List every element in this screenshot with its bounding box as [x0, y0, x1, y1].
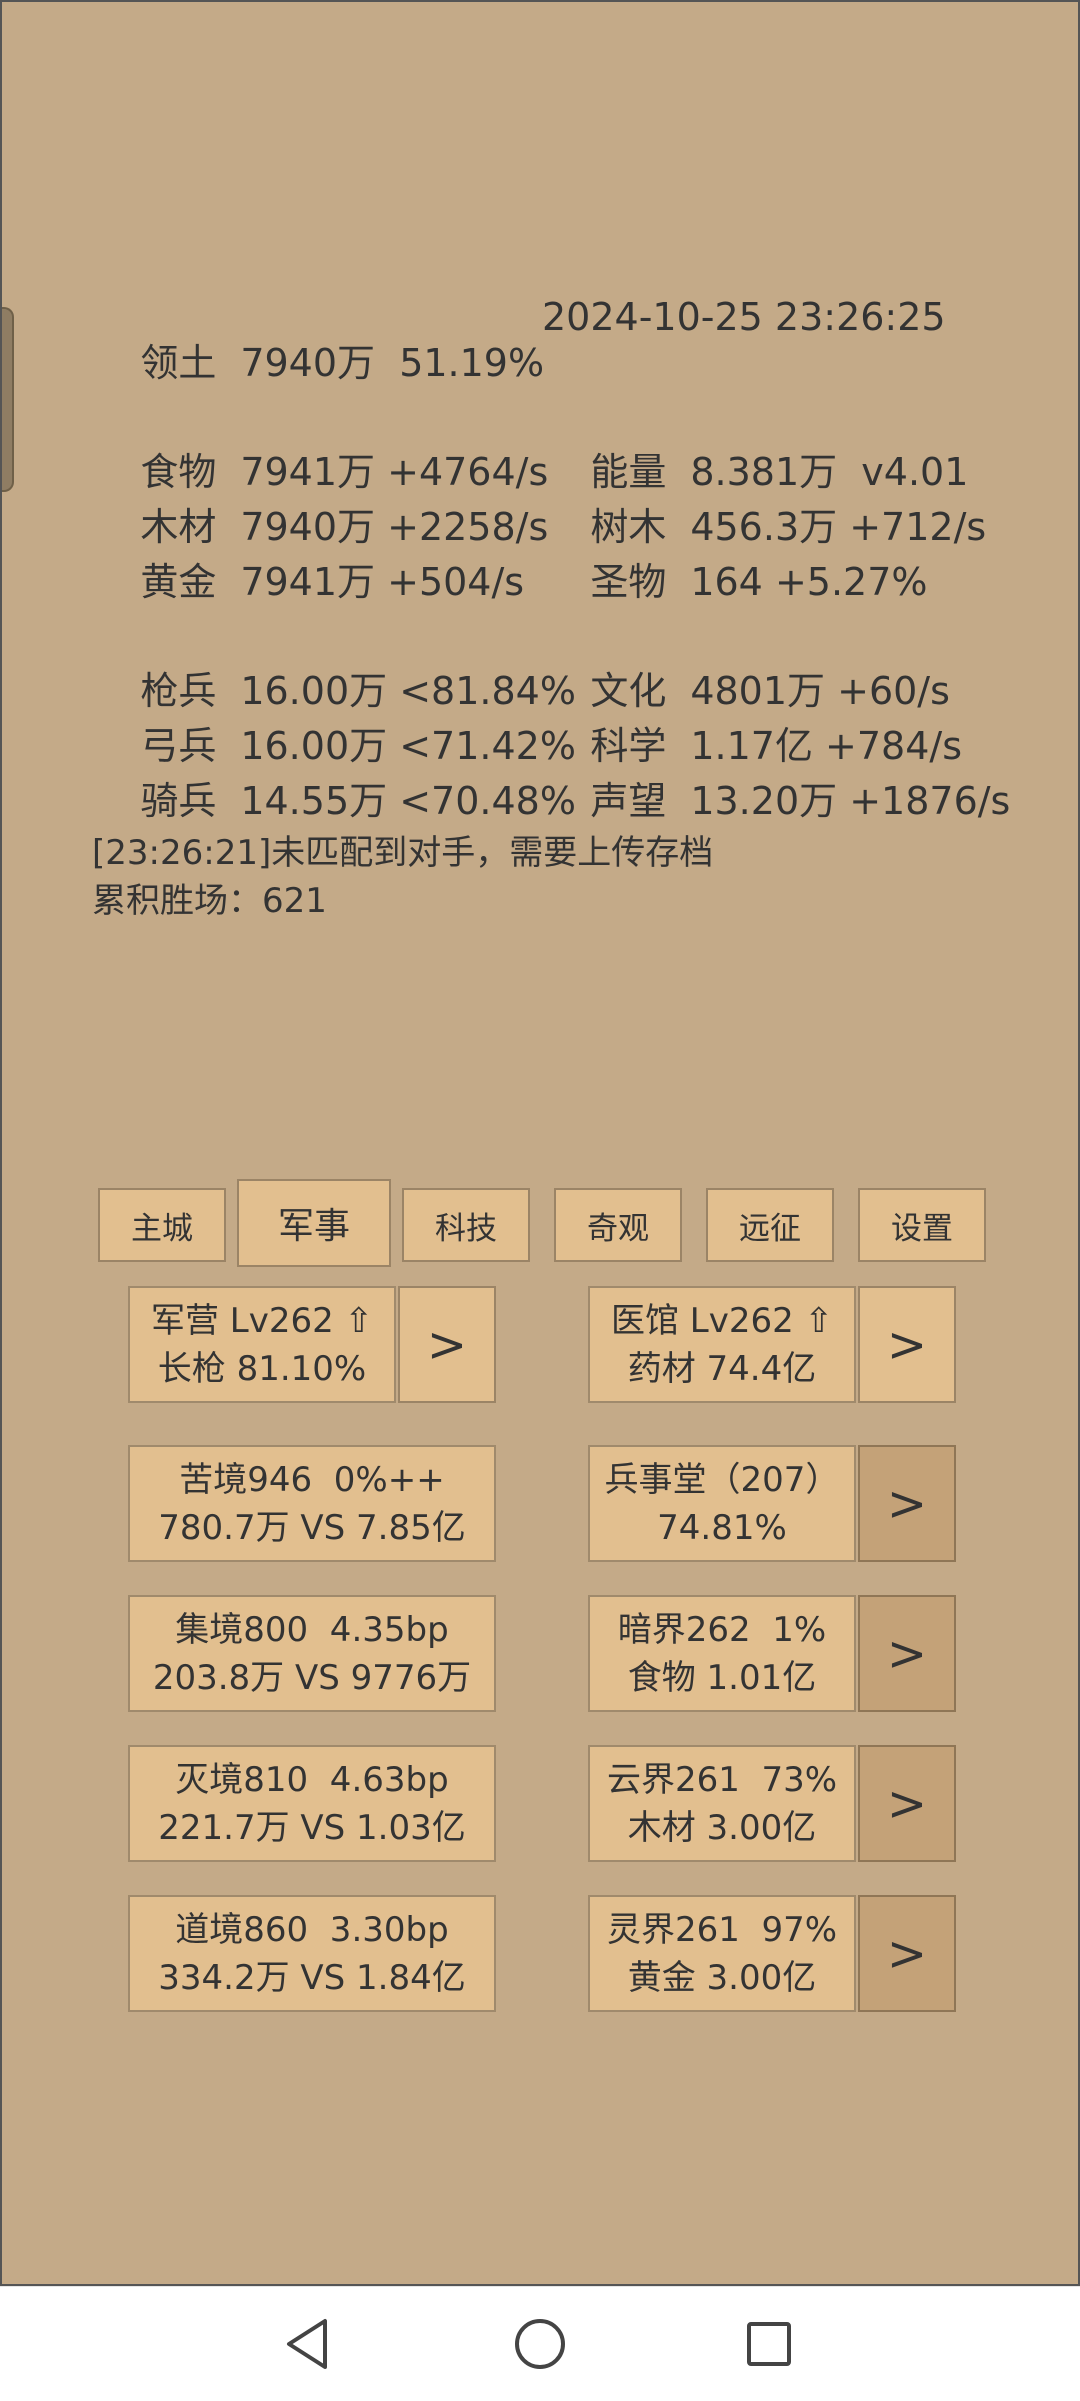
card-detail: 74.81%: [657, 1507, 787, 1548]
lingjie-card[interactable]: 灵界261 97% 黄金 3.00亿: [588, 1895, 856, 2012]
card-title: 集境800 4.35bp: [175, 1609, 449, 1650]
stat-label: 声望: [590, 779, 667, 823]
card-title: 灵界261 97%: [606, 1909, 838, 1950]
stat-value: 14.55万 <70.48%: [240, 779, 576, 823]
recents-icon[interactable]: [734, 2309, 804, 2379]
card-detail: 长枪 81.10%: [157, 1348, 367, 1389]
tab-tech[interactable]: 科技: [402, 1188, 530, 1262]
kujing-card[interactable]: 苦境946 0%++ 780.7万 VS 7.85亿: [128, 1445, 496, 1562]
side-drawer-handle[interactable]: [2, 307, 14, 492]
tab-wonders[interactable]: 奇观: [554, 1188, 682, 1262]
hospital-arrow-button[interactable]: >: [858, 1286, 956, 1403]
stat-label: 黄金: [140, 560, 217, 604]
card-title: 暗界262 1%: [617, 1609, 827, 1650]
card-detail: 334.2万 VS 1.84亿: [158, 1957, 466, 1998]
miejing-card[interactable]: 灭境810 4.63bp 221.7万 VS 1.03亿: [128, 1745, 496, 1862]
total-wins: 累积胜场：621: [92, 881, 327, 921]
stat-value: 13.20万 +1876/s: [690, 779, 1011, 823]
card-detail: 药材 74.4亿: [627, 1348, 817, 1389]
tab-military[interactable]: 军事: [237, 1179, 391, 1267]
tab-main-city[interactable]: 主城: [98, 1188, 226, 1262]
hospital-card[interactable]: 医馆 Lv262 ⇧ 药材 74.4亿: [588, 1286, 856, 1403]
barracks-arrow-button[interactable]: >: [398, 1286, 496, 1403]
stat-label: 圣物: [590, 560, 667, 604]
card-title: 云界261 73%: [606, 1759, 838, 1800]
daojing-card[interactable]: 道境860 3.30bp 334.2万 VS 1.84亿: [128, 1895, 496, 2012]
card-title: 苦境946 0%++: [179, 1459, 445, 1500]
barracks-card[interactable]: 军营 Lv262 ⇧ 长枪 81.10%: [128, 1286, 396, 1403]
card-detail: 203.8万 VS 9776万: [152, 1657, 472, 1698]
bingshitang-card[interactable]: 兵事堂（207） 74.81%: [588, 1445, 856, 1562]
jijing-card[interactable]: 集境800 4.35bp 203.8万 VS 9776万: [128, 1595, 496, 1712]
yunjie-arrow-button[interactable]: >: [858, 1745, 956, 1862]
yunjie-card[interactable]: 云界261 73% 木材 3.00亿: [588, 1745, 856, 1862]
card-detail: 食物 1.01亿: [627, 1657, 817, 1698]
tab-settings[interactable]: 设置: [858, 1188, 986, 1262]
card-detail: 木材 3.00亿: [627, 1807, 817, 1848]
card-title: 兵事堂（207）: [604, 1459, 840, 1500]
card-detail: 780.7万 VS 7.85亿: [158, 1507, 466, 1548]
anjie-arrow-button[interactable]: >: [858, 1595, 956, 1712]
lingjie-arrow-button[interactable]: >: [858, 1895, 956, 2012]
stat-label: 骑兵: [140, 779, 217, 823]
stat-value: 7941万 +504/s: [240, 560, 525, 604]
card-title: 军营 Lv262 ⇧: [150, 1300, 374, 1341]
card-title: 医馆 Lv262 ⇧: [610, 1300, 834, 1341]
card-detail: 黄金 3.00亿: [627, 1957, 817, 1998]
system-navigation-bar: [0, 2286, 1080, 2401]
stat-value: 164 +5.27%: [690, 560, 928, 604]
card-title: 灭境810 4.63bp: [175, 1759, 449, 1800]
home-icon[interactable]: [505, 2309, 575, 2379]
datetime: 2024-10-25 23:26:25: [542, 295, 946, 339]
card-title: 道境860 3.30bp: [175, 1909, 449, 1950]
card-detail: 221.7万 VS 1.03亿: [158, 1807, 466, 1848]
log-message: [23:26:21]未匹配到对手，需要上传存档: [92, 833, 714, 873]
tab-expedition[interactable]: 远征: [706, 1188, 834, 1262]
territory-label: 领土: [140, 341, 217, 385]
territory-value: 7940万 51.19%: [240, 341, 545, 385]
bingshitang-arrow-button[interactable]: >: [858, 1445, 956, 1562]
anjie-card[interactable]: 暗界262 1% 食物 1.01亿: [588, 1595, 856, 1712]
game-screen: 领土 7940万 51.19% 2024-10-25 23:26:25 食物 794…: [0, 0, 1080, 2286]
back-icon[interactable]: [273, 2309, 343, 2379]
